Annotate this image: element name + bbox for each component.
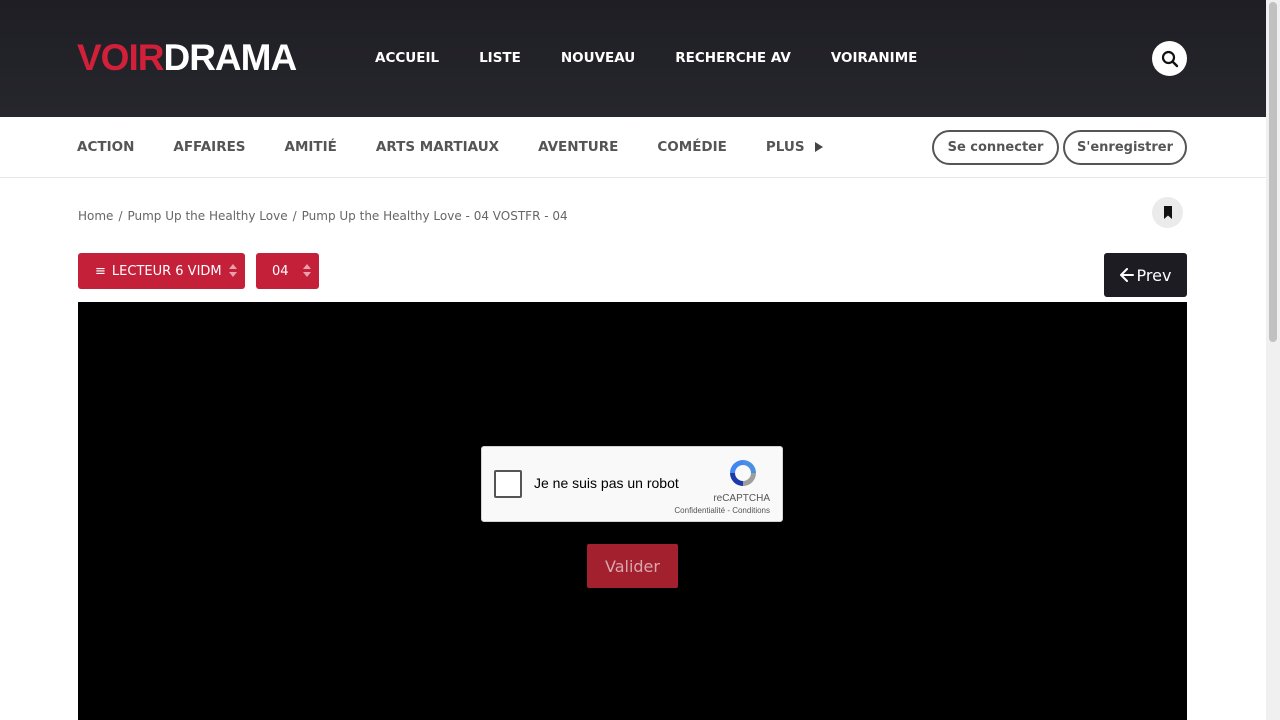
- player-select-value: LECTEUR 6 VIDM: [111, 263, 222, 279]
- triangle-right-icon: [814, 142, 823, 152]
- breadcrumb: Home / Pump Up the Healthy Love / Pump Up th…: [78, 208, 568, 225]
- genre-nav: ACTION AFFAIRES AMITIÉ ARTS MARTIAUX AVE…: [77, 137, 862, 157]
- logo-part-drama: DRAMA: [163, 37, 297, 78]
- register-button[interactable]: S'enregistrer: [1063, 130, 1187, 165]
- bookmark-icon: [1163, 206, 1172, 219]
- genre-aventure[interactable]: AVENTURE: [538, 137, 618, 157]
- genre-more-label: PLUS: [765, 139, 805, 155]
- recaptcha-widget: Je ne suis pas un robot reCAPTCHA Confid…: [481, 446, 783, 522]
- genre-arts-martiaux[interactable]: ARTS MARTIAUX: [376, 137, 499, 157]
- recaptcha-terms-link[interactable]: Confidentialité - Conditions: [674, 506, 770, 515]
- breadcrumb-home[interactable]: Home: [78, 209, 113, 223]
- recaptcha-checkbox[interactable]: [494, 470, 522, 498]
- logo-part-voir: VOIR: [77, 37, 164, 78]
- nav-recherche-av[interactable]: RECHERCHE AV: [675, 48, 791, 68]
- select-arrows-icon: [303, 264, 311, 277]
- select-arrows-icon: [229, 264, 237, 277]
- genre-amitie[interactable]: AMITIÉ: [285, 137, 337, 157]
- search-button[interactable]: [1152, 41, 1187, 76]
- page-scrollbar[interactable]: [1266, 0, 1280, 720]
- breadcrumb-separator: /: [118, 209, 123, 223]
- prev-episode-button[interactable]: Prev: [1104, 253, 1187, 297]
- episode-select[interactable]: 04: [256, 253, 319, 289]
- genre-affaires[interactable]: AFFAIRES: [173, 137, 245, 157]
- breadcrumb-series[interactable]: Pump Up the Healthy Love: [127, 209, 287, 223]
- main-nav: ACCUEIL LISTE NOUVEAU RECHERCHE AV VOIRA…: [375, 48, 957, 68]
- site-header: VOIRDRAMA ACCUEIL LISTE NOUVEAU RECHERCH…: [0, 0, 1266, 117]
- login-button[interactable]: Se connecter: [932, 130, 1059, 165]
- search-icon: [1161, 50, 1178, 67]
- genre-comedie[interactable]: COMÉDIE: [657, 137, 727, 157]
- video-player[interactable]: Je ne suis pas un robot reCAPTCHA Confid…: [78, 302, 1187, 720]
- recaptcha-logo-icon: [730, 460, 756, 486]
- nav-accueil[interactable]: ACCUEIL: [375, 48, 439, 68]
- recaptcha-brand: reCAPTCHA: [713, 493, 770, 504]
- genre-action[interactable]: ACTION: [77, 137, 134, 157]
- bookmark-button[interactable]: [1152, 197, 1183, 228]
- scrollbar-thumb[interactable]: [1269, 2, 1277, 342]
- breadcrumb-current: Pump Up the Healthy Love - 04 VOSTFR - 0…: [301, 209, 568, 223]
- arrow-left-icon: [1119, 268, 1134, 282]
- episode-select-value: 04: [272, 263, 289, 279]
- genre-more-button[interactable]: PLUS: [766, 137, 823, 157]
- site-logo[interactable]: VOIRDRAMA: [77, 37, 297, 78]
- recaptcha-label: Je ne suis pas un robot: [534, 475, 679, 491]
- breadcrumb-separator: /: [292, 209, 297, 223]
- nav-liste[interactable]: LISTE: [479, 48, 521, 68]
- player-select[interactable]: ≡ LECTEUR 6 VIDM: [78, 253, 245, 289]
- validate-button[interactable]: Valider: [587, 544, 678, 588]
- menu-icon: ≡: [95, 263, 106, 279]
- prev-label: Prev: [1136, 265, 1172, 285]
- genre-bar: ACTION AFFAIRES AMITIÉ ARTS MARTIAUX AVE…: [0, 117, 1266, 178]
- nav-voiranime[interactable]: VOIRANIME: [831, 48, 918, 68]
- nav-nouveau[interactable]: NOUVEAU: [561, 48, 635, 68]
